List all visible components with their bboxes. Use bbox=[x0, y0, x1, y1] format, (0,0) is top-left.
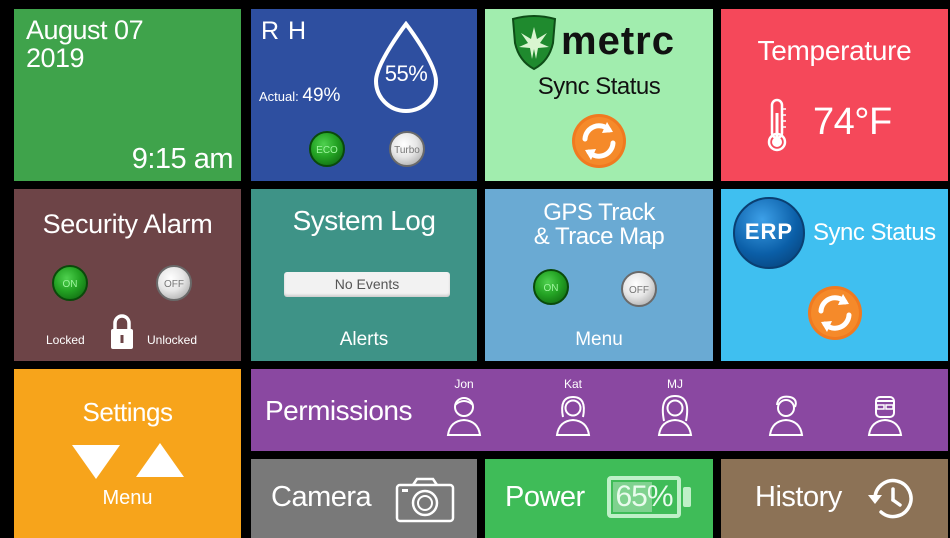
settings-tile[interactable]: Settings Menu bbox=[14, 369, 241, 538]
metrc-shield-icon bbox=[511, 15, 557, 71]
sync-icon[interactable] bbox=[571, 113, 627, 169]
arrow-down-up-icon[interactable] bbox=[70, 441, 186, 481]
user-female-icon bbox=[555, 395, 591, 436]
camera-icon[interactable] bbox=[395, 477, 455, 523]
date-line-1: August 07 bbox=[26, 15, 144, 45]
user-name bbox=[756, 377, 816, 393]
erp-logo: ERP bbox=[733, 197, 805, 269]
rh-actual: Actual: 49% bbox=[259, 85, 340, 107]
history-title: History bbox=[755, 481, 842, 513]
power-title: Power bbox=[505, 481, 585, 513]
battery-level: 65% bbox=[615, 480, 673, 513]
user-name bbox=[855, 377, 915, 393]
gps-menu-label[interactable]: Menu bbox=[485, 329, 713, 351]
permissions-title: Permissions bbox=[265, 395, 412, 426]
alarm-on-button[interactable]: ON bbox=[52, 265, 88, 301]
rh-target-value[interactable]: 55% bbox=[371, 61, 441, 87]
settings-title: Settings bbox=[82, 397, 173, 427]
user-male-icon bbox=[446, 397, 482, 436]
temperature-title: Temperature bbox=[757, 35, 912, 66]
gps-title-line1: GPS Track bbox=[543, 199, 655, 226]
date-time-tile: August 07 2019 9:15 am bbox=[14, 9, 241, 181]
gps-title-line2: & Trace Map bbox=[533, 223, 665, 250]
erp-tile[interactable]: ERP Sync Status bbox=[721, 189, 948, 361]
rh-tile[interactable]: R H Actual: 49% 55% ECO Turbo bbox=[251, 9, 477, 181]
user-glasses-icon bbox=[867, 396, 903, 436]
rh-title: R H bbox=[261, 17, 308, 45]
history-tile[interactable]: History bbox=[721, 459, 948, 538]
date-line-2: 2019 bbox=[26, 43, 85, 73]
user-mj[interactable]: MJ bbox=[645, 377, 705, 442]
user-jon[interactable]: Jon bbox=[434, 377, 494, 442]
user-name: MJ bbox=[667, 377, 683, 391]
erp-sync-label: Sync Status bbox=[813, 219, 936, 246]
user-5[interactable] bbox=[855, 377, 915, 442]
erp-sync-icon[interactable] bbox=[807, 285, 863, 341]
camera-tile[interactable]: Camera bbox=[251, 459, 477, 538]
user-name: Jon bbox=[454, 377, 474, 391]
system-log-title: System Log bbox=[292, 205, 436, 236]
power-tile[interactable]: Power 65% bbox=[485, 459, 713, 538]
system-log-tile[interactable]: System Log No Events Alerts bbox=[251, 189, 477, 361]
history-clock-icon[interactable] bbox=[867, 477, 915, 521]
permissions-tile[interactable]: Permissions Jon Kat MJ bbox=[251, 369, 948, 451]
metrc-tile[interactable]: metrc Sync Status bbox=[485, 9, 713, 181]
user-4[interactable] bbox=[756, 377, 816, 442]
user-female-icon bbox=[657, 394, 693, 436]
gps-track-tile[interactable]: GPS Track & Trace Map ON OFF Menu bbox=[485, 189, 713, 361]
user-kat[interactable]: Kat bbox=[543, 377, 603, 442]
security-alarm-tile[interactable]: Security Alarm ON OFF Locked Unlocked bbox=[14, 189, 241, 361]
user-name: Kat bbox=[563, 377, 582, 391]
temperature-value: 74°F bbox=[813, 101, 892, 143]
camera-title: Camera bbox=[271, 481, 372, 513]
thermometer-icon bbox=[767, 98, 787, 152]
alerts-label[interactable]: Alerts bbox=[251, 329, 477, 351]
metrc-brand: metrc bbox=[561, 19, 675, 63]
log-status-field: No Events bbox=[284, 272, 450, 297]
rh-actual-value: 49% bbox=[302, 85, 341, 106]
gps-on-button[interactable]: ON bbox=[533, 269, 569, 305]
unlocked-label[interactable]: Unlocked bbox=[147, 333, 197, 347]
gps-off-button[interactable]: OFF bbox=[621, 271, 657, 307]
security-title: Security Alarm bbox=[42, 209, 213, 239]
settings-menu-label[interactable]: Menu bbox=[14, 487, 241, 510]
alarm-off-button[interactable]: OFF bbox=[156, 265, 192, 301]
rh-actual-label: Actual: bbox=[259, 89, 299, 104]
temperature-tile[interactable]: Temperature 74°F bbox=[721, 9, 948, 181]
user-male-icon bbox=[768, 395, 804, 436]
battery-cap bbox=[683, 487, 691, 507]
padlock-icon[interactable] bbox=[109, 313, 135, 351]
gps-title: GPS Track & Trace Map bbox=[485, 201, 713, 249]
eco-button[interactable]: ECO bbox=[309, 131, 345, 167]
metrc-sync-label: Sync Status bbox=[537, 73, 661, 100]
locked-label[interactable]: Locked bbox=[46, 333, 85, 347]
clock-time: 9:15 am bbox=[131, 143, 234, 175]
turbo-button[interactable]: Turbo bbox=[389, 131, 425, 167]
